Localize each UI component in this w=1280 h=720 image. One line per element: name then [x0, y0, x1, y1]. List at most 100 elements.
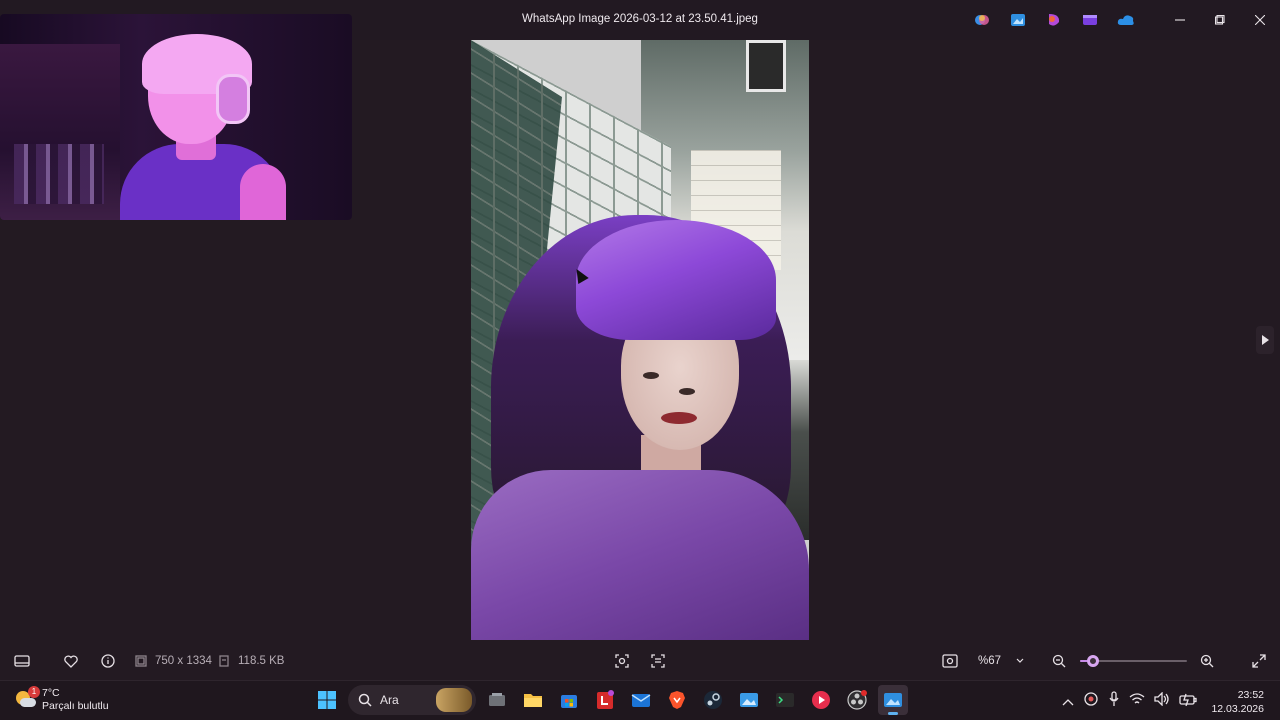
image-dimensions: 750 x 1334 — [155, 655, 212, 667]
taskbar-clock[interactable]: 23:52 12.03.2026 — [1211, 688, 1264, 716]
webcam-background-bottles — [14, 144, 104, 204]
displayed-photo[interactable] — [471, 40, 809, 640]
taskbar-apps: Ara — [312, 685, 908, 715]
l-app-icon — [597, 690, 614, 709]
minimize-button[interactable] — [1160, 8, 1200, 32]
weather-condition: Parçalı bulutlu — [42, 700, 109, 712]
play-right-icon — [1262, 335, 1269, 345]
brave-lion-icon — [669, 691, 685, 709]
landscape-icon — [740, 693, 758, 707]
zoom-out-icon — [1052, 654, 1066, 668]
brave-browser-button[interactable] — [662, 685, 692, 715]
file-size-info: 118.5 KB — [218, 654, 284, 668]
weather-temperature: 7°C — [42, 687, 60, 699]
fullscreen-button[interactable] — [1249, 651, 1269, 671]
photos-icon[interactable] — [1008, 10, 1028, 30]
zoom-slider[interactable] — [1080, 655, 1187, 667]
onedrive-icon[interactable] — [1116, 10, 1136, 30]
tray-app-icon — [1084, 692, 1098, 706]
viewer-toolbar: 750 x 1334 118.5 KB %67 — [0, 646, 1280, 676]
tray-app-button[interactable] — [1083, 691, 1099, 712]
visual-search-button[interactable] — [612, 651, 632, 671]
volume-button[interactable] — [1154, 691, 1170, 711]
file-explorer-button[interactable] — [518, 685, 548, 715]
battery-button[interactable] — [1179, 692, 1197, 711]
zoom-level-select[interactable]: %67 — [970, 650, 1032, 672]
dimensions-info: 750 x 1334 — [135, 654, 212, 668]
station-sign — [746, 40, 786, 92]
text-extract-button[interactable] — [648, 651, 668, 671]
designer-icon[interactable] — [1044, 10, 1064, 30]
search-placeholder: Ara — [380, 693, 399, 707]
steam-icon — [704, 691, 722, 709]
storage-icon — [219, 655, 229, 667]
expand-icon — [1252, 654, 1266, 668]
store-icon — [561, 695, 577, 708]
weather-widget[interactable]: 1 7°C Parçalı bulutlu — [14, 686, 109, 713]
microsoft-store-button[interactable] — [554, 685, 584, 715]
info-button[interactable] — [97, 652, 119, 670]
outlook-button[interactable] — [626, 685, 656, 715]
microphone-button[interactable] — [1108, 691, 1120, 712]
show-hidden-icons-button[interactable] — [1062, 693, 1074, 711]
battery-icon — [1179, 693, 1197, 707]
zoom-in-button[interactable] — [1197, 651, 1217, 671]
libreoffice-button[interactable] — [590, 685, 620, 715]
steam-button[interactable] — [698, 685, 728, 715]
volume-icon — [1154, 691, 1169, 707]
favorite-button[interactable] — [60, 652, 82, 670]
taskbar-search[interactable]: Ara — [348, 685, 476, 715]
zoom-out-button[interactable] — [1049, 651, 1069, 671]
youtube-button[interactable] — [806, 685, 836, 715]
close-button[interactable] — [1240, 8, 1280, 32]
filmstrip-icon — [14, 655, 30, 667]
taskbar: 1 7°C Parçalı bulutlu Ara 23:52 12.03.20… — [0, 680, 1280, 720]
chevron-up-icon — [1062, 698, 1074, 705]
file-size: 118.5 KB — [238, 655, 285, 667]
heart-icon — [64, 654, 78, 668]
system-tray — [1062, 691, 1197, 712]
window-controls — [1160, 8, 1280, 32]
obs-icon — [847, 690, 867, 710]
info-icon — [101, 654, 115, 668]
photos-viewer-button[interactable] — [878, 685, 908, 715]
task-view-icon — [489, 693, 505, 706]
wifi-icon — [1129, 693, 1145, 704]
zoom-slider-handle[interactable] — [1086, 655, 1099, 667]
obs-studio-button[interactable] — [842, 685, 872, 715]
copilot-icon[interactable] — [972, 10, 992, 30]
visual-search-icon — [615, 654, 629, 668]
partly-cloudy-icon: 1 — [14, 686, 40, 711]
search-icon — [358, 693, 372, 707]
fit-to-window-button[interactable] — [940, 651, 960, 671]
weather-badge: 1 — [28, 686, 40, 698]
clock-time: 23:52 — [1237, 689, 1264, 701]
resolution-icon — [135, 655, 147, 667]
start-button[interactable] — [312, 685, 342, 715]
photo-shirt — [471, 470, 809, 640]
zoom-in-icon — [1200, 654, 1214, 668]
search-highlight-image — [436, 688, 472, 712]
maximize-button[interactable] — [1200, 8, 1240, 32]
terminal-icon — [776, 693, 794, 707]
microphone-icon — [1109, 691, 1119, 706]
play-icon — [812, 691, 830, 709]
task-view-button[interactable] — [482, 685, 512, 715]
photos-app-button[interactable] — [734, 685, 764, 715]
folder-icon — [524, 694, 542, 707]
photo-viewer-icon — [884, 693, 902, 707]
header-app-icons — [972, 10, 1136, 30]
windows-logo-icon — [318, 691, 336, 709]
mail-icon — [631, 694, 651, 707]
wifi-button[interactable] — [1129, 692, 1145, 711]
clipchamp-icon[interactable] — [1080, 10, 1100, 30]
zoom-level-label: %67 — [978, 655, 1002, 667]
fit-screen-icon — [942, 654, 958, 668]
terminal-button[interactable] — [770, 685, 800, 715]
headset-icon — [216, 74, 250, 124]
next-image-button[interactable] — [1256, 326, 1274, 354]
chevron-down-icon — [1016, 658, 1024, 663]
webcam-overlay — [0, 14, 352, 220]
filmstrip-button[interactable] — [12, 652, 32, 670]
text-scan-icon — [651, 654, 665, 668]
